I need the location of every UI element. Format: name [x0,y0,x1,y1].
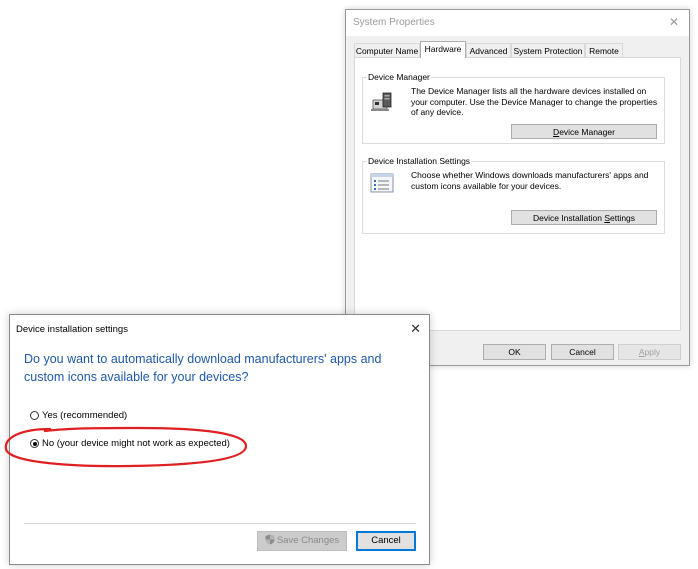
tab-advanced[interactable]: Advanced [466,43,511,57]
uac-shield-icon [265,534,275,545]
option-no-radio[interactable] [30,439,39,448]
system-properties-window: System Properties ✕ Computer Name Hardwa… [345,9,690,366]
device-installation-dialog-close-icon[interactable]: ✕ [410,321,421,337]
system-properties-titlebar[interactable]: System Properties ✕ [346,10,689,36]
device-installation-button-label-pre: Device Installation [532,212,605,223]
cancel-button[interactable]: Cancel [551,344,614,360]
dialog-question: Do you want to automatically download ma… [24,352,382,384]
tab-remote[interactable]: Remote [585,43,623,57]
save-changes-label: Save Changes [276,535,340,546]
device-installation-settings-button[interactable]: Device Installation Settings [511,210,657,225]
settings-list-icon [370,173,394,193]
tab-system-protection[interactable]: System Protection [511,43,585,57]
option-yes-label[interactable]: Yes (recommended) [42,410,127,422]
device-installation-dialog: Device installation settings ✕ Do you wa… [9,314,430,565]
option-no-label[interactable]: No (your device might not work as expect… [42,438,230,450]
device-installation-description: Choose whether Windows downloads manufac… [411,170,649,191]
device-manager-group-label: Device Manager [367,72,431,82]
device-installation-button-label-post: ettings [609,212,636,223]
device-manager-icon [371,92,392,111]
device-manager-button[interactable]: Device Manager [511,124,657,139]
ok-button[interactable]: OK [483,344,546,360]
system-properties-close-icon[interactable]: ✕ [669,15,679,29]
apply-button[interactable]: Apply [618,344,681,360]
save-changes-button[interactable]: Save Changes [257,531,347,551]
system-properties-title: System Properties [353,17,435,28]
hardware-tab-panel: Device Manager The Device Manager lists … [354,57,681,331]
dialog-separator [24,523,416,524]
device-installation-dialog-title: Device installation settings [16,324,128,335]
apply-button-label-post: pply [644,347,661,357]
tab-hardware[interactable]: Hardware [420,41,466,58]
device-manager-button-label-post: evice Manager [559,126,615,137]
option-yes-radio[interactable] [30,411,39,420]
device-manager-group: Device Manager The Device Manager lists … [362,72,665,144]
device-installation-group-label: Device Installation Settings [367,156,472,166]
dialog-cancel-button[interactable]: Cancel [356,531,416,551]
device-manager-description: The Device Manager lists all the hardwar… [411,86,658,117]
tab-computer-name[interactable]: Computer Name [354,43,420,57]
device-installation-group: Device Installation Settings Choose whet… [362,156,665,234]
